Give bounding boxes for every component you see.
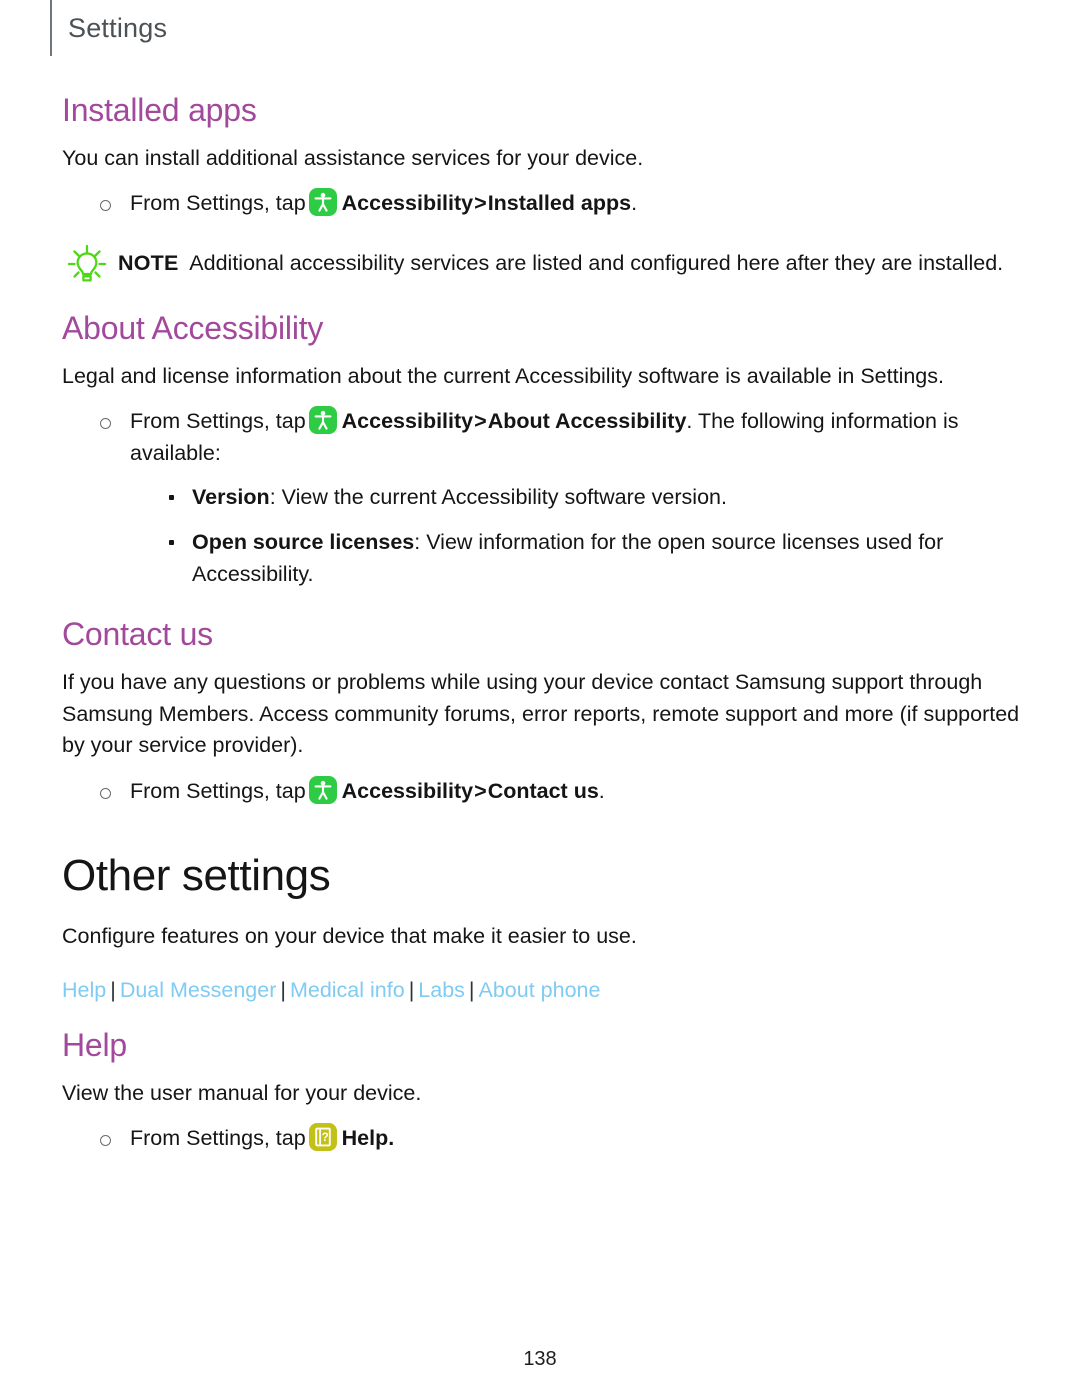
lightbulb-icon <box>64 242 110 288</box>
related-links: Help | Dual Messenger | Medical info | Labs | Ab… <box>62 975 1022 1005</box>
list-item: Open source licenses: View information f… <box>166 527 1022 590</box>
accessibility-icon[interactable] <box>308 188 337 217</box>
step-app-name: Accessibility <box>341 409 474 434</box>
step-suffix: . <box>598 778 605 803</box>
list-item: From Settings, tap Accessibility>Installe… <box>98 188 1022 220</box>
accessibility-icon[interactable] <box>308 406 337 435</box>
step-target: Contact us <box>487 778 599 803</box>
installed-apps-steps: From Settings, tap Accessibility>Installe… <box>62 188 1022 220</box>
note-callout: NOTE Additional accessibility services a… <box>62 244 1022 288</box>
step-suffix: . <box>631 191 638 216</box>
step-prefix: From Settings, tap <box>130 191 306 216</box>
manual-page: Settings Installed apps You can install … <box>0 0 1080 1397</box>
step-app-name: Accessibility <box>341 778 474 803</box>
link-about-phone[interactable]: About phone <box>479 978 601 1002</box>
help-steps: From Settings, tap? Help. <box>62 1123 1022 1155</box>
item-description: : View the current Accessibility softwar… <box>269 484 727 509</box>
contact-us-intro: If you have any questions or problems wh… <box>62 670 1020 758</box>
link-help[interactable]: Help <box>62 978 106 1002</box>
running-header: Settings <box>50 0 167 56</box>
contact-us-steps: From Settings, tap Accessibility>Contact … <box>62 775 1022 808</box>
help-icon[interactable]: ? <box>308 1123 337 1152</box>
about-accessibility-items: Version: View the current Accessibility … <box>130 482 1022 591</box>
step-app-name: Accessibility <box>341 191 474 216</box>
list-item: From Settings, tap? Help. <box>98 1123 1022 1155</box>
heading-other-settings: Other settings <box>62 850 331 900</box>
step-prefix: From Settings, tap <box>130 1126 306 1151</box>
note-label: NOTE <box>118 250 179 275</box>
link-dual-messenger[interactable]: Dual Messenger <box>120 978 277 1002</box>
about-accessibility-intro: Legal and license information about the … <box>62 363 944 388</box>
chevron-separator: > <box>474 778 487 803</box>
installed-apps-intro: You can install additional assistance se… <box>62 145 644 170</box>
chevron-separator: > <box>474 409 487 434</box>
step-target: Help <box>341 1126 389 1151</box>
note-text: Additional accessibility services are li… <box>189 250 1004 275</box>
list-item: From Settings, tap Accessibility>About Ac… <box>98 406 1022 590</box>
link-separator: | <box>110 977 116 1002</box>
step-target: About Accessibility <box>487 409 687 434</box>
link-labs[interactable]: Labs <box>418 978 465 1002</box>
header-title: Settings <box>68 12 168 43</box>
link-separator: | <box>408 977 415 1002</box>
item-term: Open source licenses <box>192 530 415 555</box>
page-number: 138 <box>523 1348 557 1370</box>
heading-contact-us: Contact us <box>62 616 213 653</box>
step-prefix: From Settings, tap <box>130 778 306 803</box>
step-target: Installed apps <box>487 191 632 216</box>
link-separator: | <box>468 977 475 1002</box>
heading-about-accessibility: About Accessibility <box>62 309 324 346</box>
svg-text:?: ? <box>321 1132 328 1144</box>
chevron-separator: > <box>474 191 487 216</box>
list-item: Version: View the current Accessibility … <box>166 482 1022 514</box>
help-intro: View the user manual for your device. <box>62 1080 422 1105</box>
heading-installed-apps: Installed apps <box>62 92 257 128</box>
link-separator: | <box>280 977 286 1002</box>
step-prefix: From Settings, tap <box>130 409 306 434</box>
about-accessibility-steps: From Settings, tap Accessibility>About Ac… <box>62 406 1022 590</box>
accessibility-icon[interactable] <box>308 775 337 804</box>
page-content: Installed apps You can install additiona… <box>62 92 1022 1165</box>
note-body: NOTE Additional accessibility services a… <box>118 246 1022 280</box>
item-term: Version <box>192 484 270 509</box>
other-settings-intro: Configure features on your device that m… <box>62 924 637 949</box>
step-suffix: . <box>388 1126 395 1151</box>
heading-help: Help <box>62 1026 128 1063</box>
list-item: From Settings, tap Accessibility>Contact … <box>98 775 1022 808</box>
link-medical-info[interactable]: Medical info <box>290 978 405 1002</box>
